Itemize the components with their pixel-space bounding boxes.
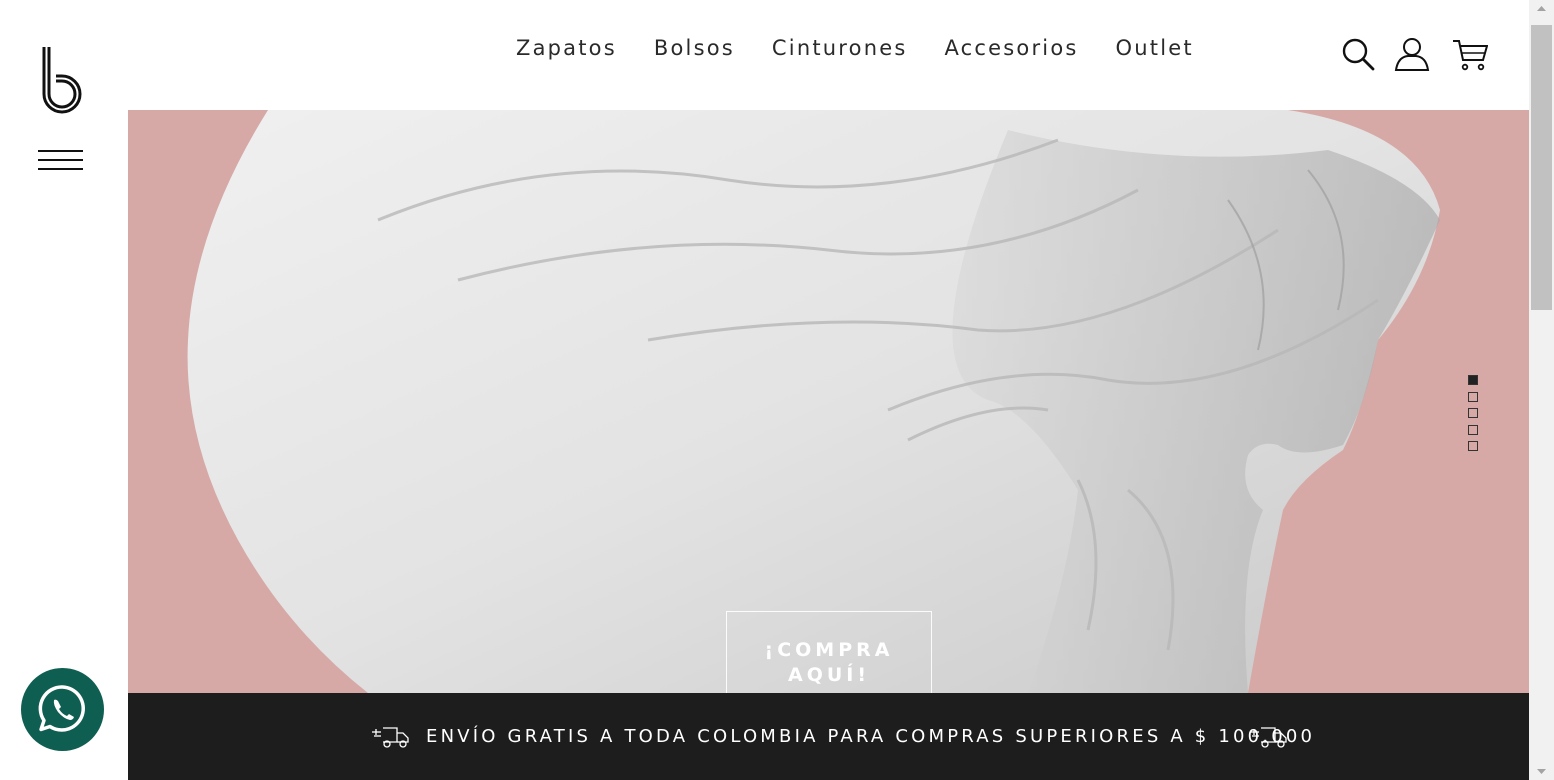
search-icon[interactable] (1340, 36, 1376, 72)
header-icons (1340, 36, 1506, 72)
nav-link-accesorios[interactable]: Accesorios (944, 36, 1078, 60)
free-shipping-text: ENVÍO GRATIS A TODA COLOMBIA PARA COMPRA… (426, 726, 1316, 747)
scroll-up-arrow-icon[interactable] (1529, 0, 1554, 17)
free-shipping-banner: ENVÍO GRATIS A TODA COLOMBIA PARA COMPRA… (128, 693, 1529, 780)
slider-dot-2[interactable] (1468, 391, 1478, 402)
whatsapp-icon (38, 685, 85, 732)
user-icon[interactable] (1394, 36, 1430, 72)
whatsapp-button[interactable] (21, 668, 104, 751)
hero-image (187, 110, 1440, 693)
hamburger-menu-icon[interactable] (38, 150, 84, 172)
scroll-down-arrow-icon[interactable] (1529, 763, 1554, 780)
nav-link-bolsos[interactable]: Bolsos (654, 36, 735, 60)
left-rail (0, 0, 128, 780)
slider-dot-1[interactable] (1468, 375, 1478, 385)
slider-pagination (1468, 375, 1480, 458)
main-menu: Zapatos Bolsos Cinturones Accesorios Out… (516, 36, 1231, 60)
nav-link-cinturones[interactable]: Cinturones (772, 36, 908, 60)
page-scrollbar[interactable] (1529, 0, 1554, 780)
truck-icon (1250, 727, 1287, 748)
slider-dot-3[interactable] (1468, 408, 1478, 418)
nav-link-zapatos[interactable]: Zapatos (516, 36, 617, 60)
top-navigation: Zapatos Bolsos Cinturones Accesorios Out… (128, 0, 1529, 110)
brand-logo-icon[interactable] (38, 44, 86, 114)
shop-now-button[interactable]: ¡COMPRA AQUÍ! (726, 611, 932, 693)
scrollbar-thumb[interactable] (1531, 25, 1552, 310)
hero-slider: ¡COMPRA AQUÍ! (128, 110, 1529, 693)
slider-dot-5[interactable] (1468, 441, 1478, 451)
cart-icon[interactable] (1452, 36, 1488, 72)
nav-link-outlet[interactable]: Outlet (1116, 36, 1194, 60)
truck-icon (372, 727, 409, 748)
slider-dot-4[interactable] (1468, 424, 1478, 435)
